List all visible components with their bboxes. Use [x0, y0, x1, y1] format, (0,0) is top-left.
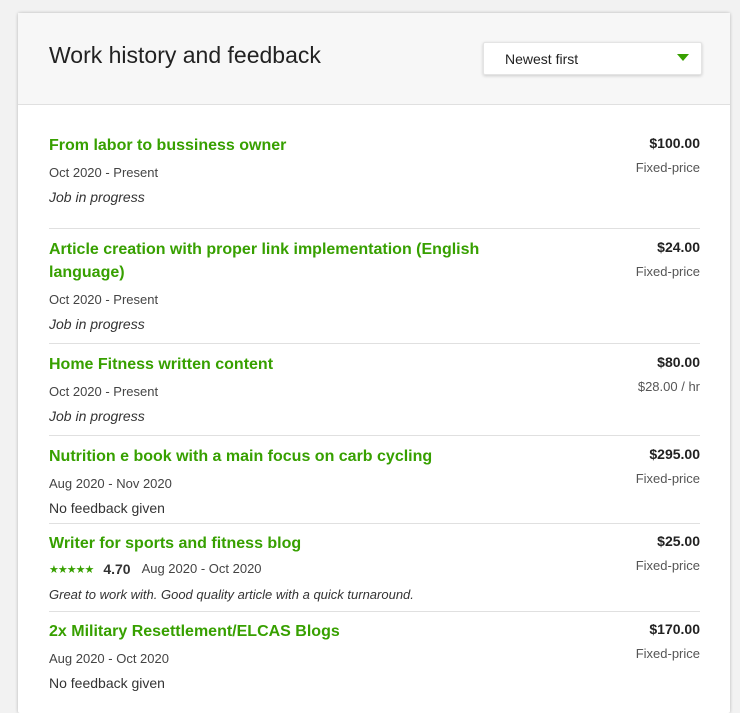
job-type: Fixed-price — [635, 646, 700, 661]
card-header: Work history and feedback Newest first — [18, 13, 730, 105]
job-dates: Oct 2020 - Present — [49, 165, 159, 180]
caret-down-icon — [677, 54, 689, 61]
job-amount: $100.00 — [649, 135, 700, 151]
sort-dropdown-label: Newest first — [505, 51, 579, 67]
sort-dropdown[interactable]: Newest first — [483, 42, 702, 75]
job-dates: Aug 2020 - Oct 2020 — [141, 561, 262, 576]
job-feedback: No feedback given — [49, 500, 165, 516]
work-history-card: Work history and feedback Newest first F… — [18, 13, 730, 713]
job-feedback: Job in progress — [49, 189, 145, 205]
job-feedback: Great to work with. Good quality article… — [49, 587, 414, 602]
job-dates: Aug 2020 - Nov 2020 — [49, 476, 172, 491]
job-item: Article creation with proper link implem… — [49, 229, 700, 344]
job-amount: $24.00 — [657, 239, 700, 255]
job-feedback: No feedback given — [49, 675, 165, 691]
job-title-link[interactable]: Nutrition e book with a main focus on ca… — [49, 445, 524, 468]
job-type: $28.00 / hr — [637, 379, 700, 394]
job-feedback: Job in progress — [49, 408, 145, 424]
job-list: From labor to bussiness owner Oct 2020 -… — [49, 117, 700, 702]
job-amount: $25.00 — [657, 533, 700, 549]
job-title-link[interactable]: From labor to bussiness owner — [49, 134, 524, 157]
job-amount: $80.00 — [657, 354, 700, 370]
job-title-link[interactable]: Home Fitness written content — [49, 353, 524, 376]
job-item: Nutrition e book with a main focus on ca… — [49, 436, 700, 524]
job-type: Fixed-price — [635, 558, 700, 573]
job-title-link[interactable]: Writer for sports and fitness blog — [49, 532, 524, 555]
job-rating-row: ★★★★★ 4.70 Aug 2020 - Oct 2020 — [49, 561, 262, 577]
job-item: Home Fitness written content Oct 2020 - … — [49, 344, 700, 436]
job-title-link[interactable]: 2x Military Resettlement/ELCAS Blogs — [49, 620, 524, 643]
job-title-link[interactable]: Article creation with proper link implem… — [49, 238, 524, 284]
job-amount: $295.00 — [649, 446, 700, 462]
job-type: Fixed-price — [635, 471, 700, 486]
job-type: Fixed-price — [635, 264, 700, 279]
job-item: Writer for sports and fitness blog ★★★★★… — [49, 524, 700, 612]
job-item: 2x Military Resettlement/ELCAS Blogs Aug… — [49, 612, 700, 702]
job-amount: $170.00 — [649, 621, 700, 637]
section-title: Work history and feedback — [49, 42, 321, 68]
job-dates: Oct 2020 - Present — [49, 292, 159, 307]
job-dates: Aug 2020 - Oct 2020 — [49, 651, 169, 666]
job-rating-value: 4.70 — [103, 561, 131, 577]
job-feedback: Job in progress — [49, 316, 145, 332]
star-rating-icon: ★★★★★ — [49, 563, 94, 576]
job-item: From labor to bussiness owner Oct 2020 -… — [49, 117, 700, 229]
job-type: Fixed-price — [635, 160, 700, 175]
job-dates: Oct 2020 - Present — [49, 384, 159, 399]
